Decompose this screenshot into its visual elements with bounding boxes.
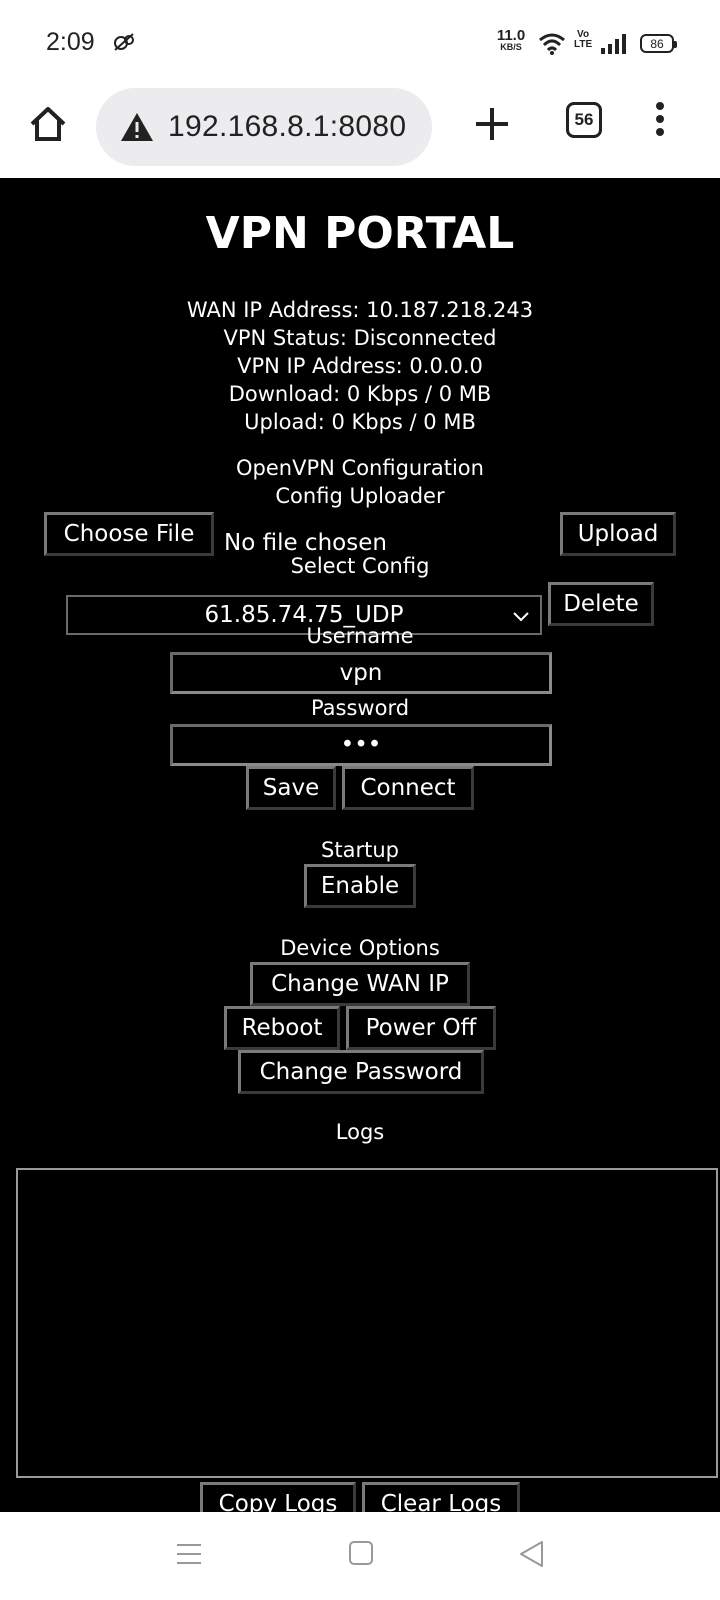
triangle-back-icon[interactable] bbox=[518, 1540, 544, 1568]
openvpn-heading: OpenVPN Configuration bbox=[236, 456, 484, 480]
enable-button[interactable]: Enable bbox=[304, 864, 416, 908]
choose-file-button[interactable]: Choose File bbox=[44, 512, 214, 556]
vpn-ip-text: VPN IP Address: 0.0.0.0 bbox=[237, 354, 483, 378]
network-speed-unit: KB/S bbox=[500, 42, 522, 52]
reboot-button[interactable]: Reboot bbox=[224, 1006, 340, 1050]
status-time: 2:09 bbox=[46, 28, 95, 56]
recent-apps-icon[interactable] bbox=[176, 1542, 202, 1566]
vpn-status-text: VPN Status: Disconnected bbox=[223, 326, 497, 350]
url-text: 192.168.8.1:8080 bbox=[168, 110, 407, 143]
page-title: VPN PORTAL bbox=[205, 208, 515, 259]
username-input[interactable]: vpn bbox=[170, 652, 552, 694]
download-text: Download: 0 Kbps / 0 MB bbox=[228, 382, 492, 406]
upload-text: Upload: 0 Kbps / 0 MB bbox=[244, 410, 476, 434]
vpn-portal-page: VPN PORTAL WAN IP Address: 10.187.218.24… bbox=[0, 178, 720, 1512]
uploader-heading: Config Uploader bbox=[275, 484, 445, 508]
power-off-button[interactable]: Power Off bbox=[346, 1006, 496, 1050]
kebab-menu-icon[interactable] bbox=[654, 102, 666, 142]
plus-icon[interactable] bbox=[472, 104, 512, 144]
password-input[interactable]: ••• bbox=[170, 724, 552, 766]
copy-logs-button[interactable]: Copy Logs bbox=[200, 1482, 356, 1512]
select-config-label: Select Config bbox=[290, 554, 430, 578]
battery-indicator: 86 bbox=[640, 34, 677, 53]
upload-button[interactable]: Upload bbox=[560, 512, 676, 556]
connect-button[interactable]: Connect bbox=[342, 766, 474, 810]
delete-button[interactable]: Delete bbox=[548, 582, 654, 626]
address-bar[interactable]: 192.168.8.1:8080 bbox=[96, 88, 432, 166]
status-bar: 2:09 11.0 KB/S Vo LTE 86 bbox=[0, 0, 720, 88]
change-password-button[interactable]: Change Password bbox=[238, 1050, 484, 1094]
network-speed: 11.0 KB/S bbox=[494, 28, 528, 52]
password-label: Password bbox=[310, 696, 410, 720]
phone-screen: 2:09 11.0 KB/S Vo LTE 86 192.168.8.1:808… bbox=[0, 0, 720, 1600]
file-status: No file chosen bbox=[224, 530, 387, 556]
username-label: Username bbox=[306, 624, 414, 648]
save-button[interactable]: Save bbox=[246, 766, 336, 810]
device-options-heading: Device Options bbox=[280, 936, 440, 960]
clear-logs-button[interactable]: Clear Logs bbox=[362, 1482, 520, 1512]
volte-bottom: LTE bbox=[574, 39, 593, 50]
wan-ip-text: WAN IP Address: 10.187.218.243 bbox=[186, 298, 534, 322]
logs-textarea[interactable] bbox=[16, 1168, 718, 1478]
tab-count-button[interactable]: 56 bbox=[566, 102, 602, 138]
signal-icon bbox=[601, 34, 626, 54]
home-icon[interactable] bbox=[28, 104, 68, 144]
logs-heading: Logs bbox=[335, 1120, 385, 1144]
startup-heading: Startup bbox=[321, 838, 399, 862]
navigation-bar bbox=[0, 1512, 720, 1600]
warning-icon[interactable] bbox=[120, 112, 154, 142]
volte-indicator: Vo LTE bbox=[574, 30, 592, 50]
change-wan-ip-button[interactable]: Change WAN IP bbox=[250, 962, 470, 1006]
connection-info: WAN IP Address: 10.187.218.243 VPN Statu… bbox=[0, 296, 720, 436]
browser-toolbar: 192.168.8.1:8080 56 bbox=[0, 88, 720, 178]
notification-icon bbox=[114, 33, 134, 51]
square-home-icon[interactable] bbox=[348, 1540, 374, 1566]
wifi-icon bbox=[539, 33, 565, 55]
network-speed-value: 11.0 bbox=[496, 27, 526, 44]
